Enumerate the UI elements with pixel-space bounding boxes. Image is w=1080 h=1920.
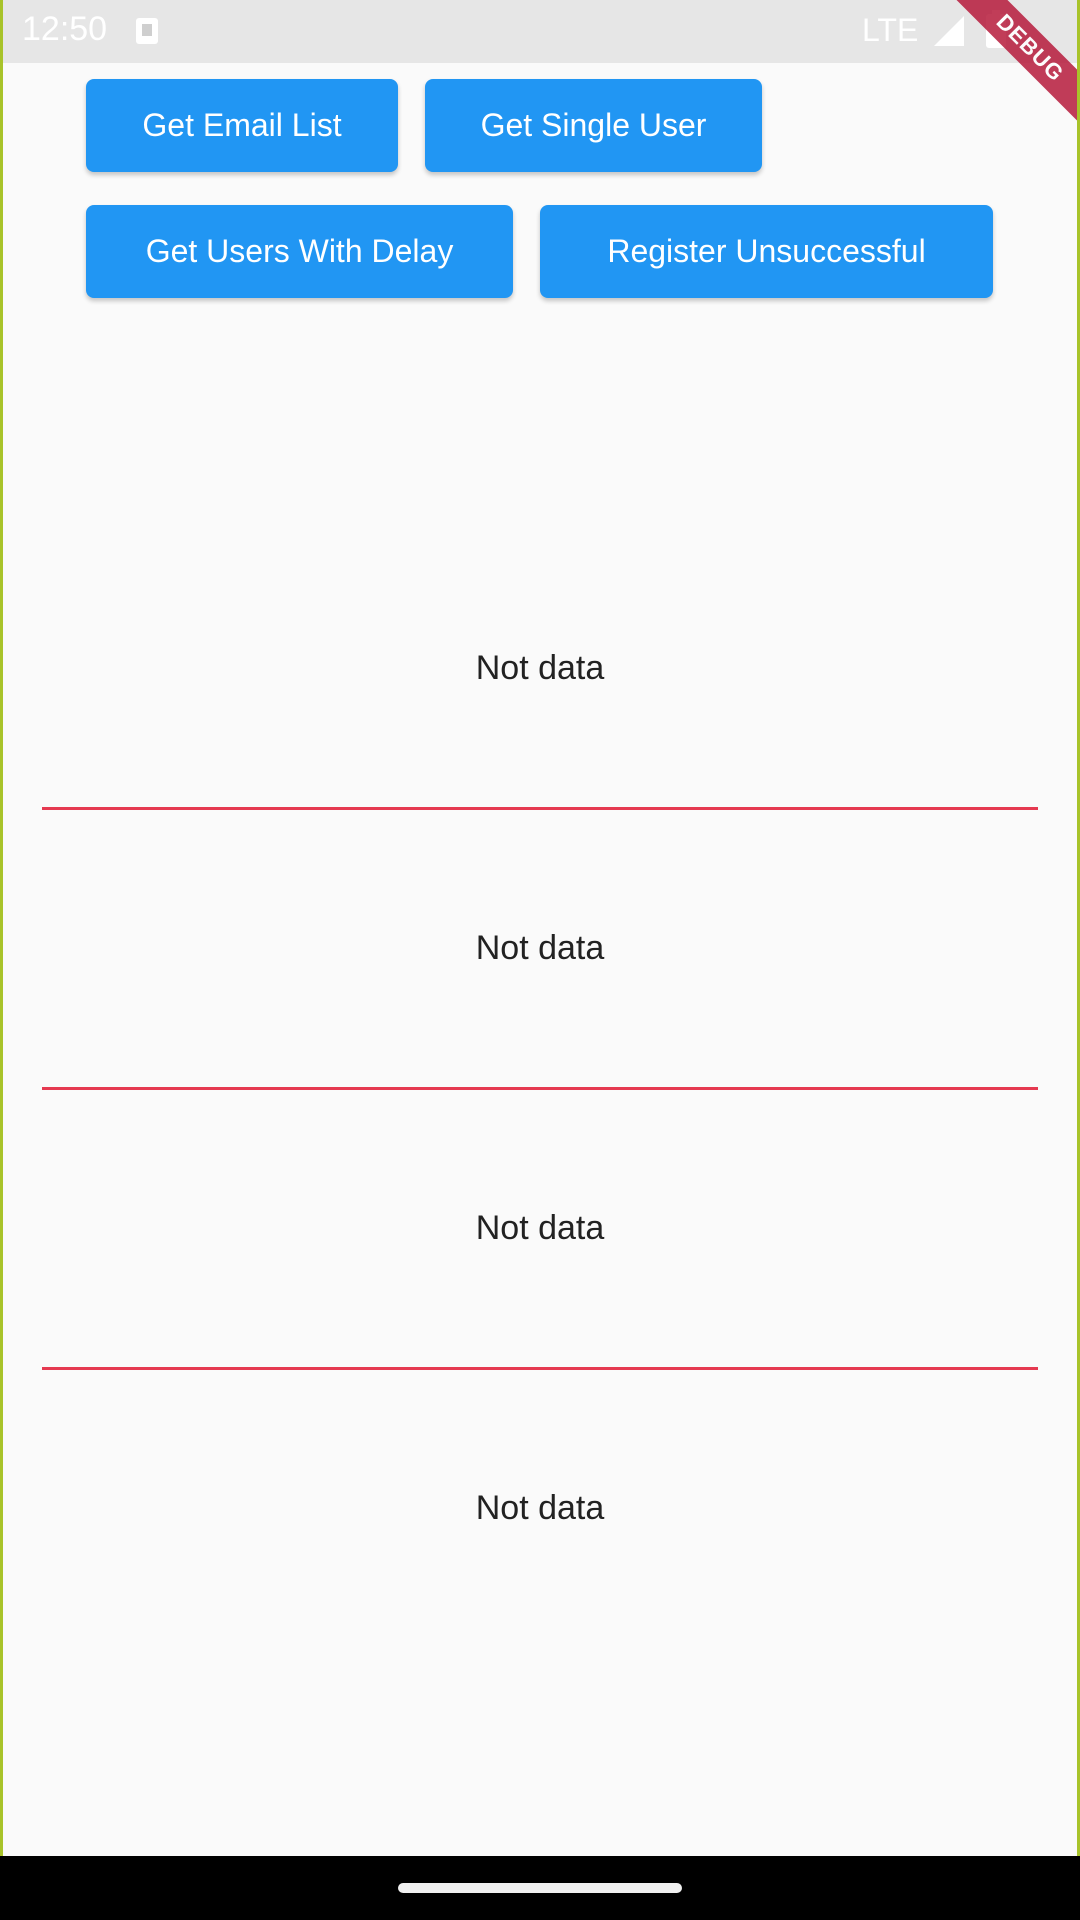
status-bar: 12:50 LTE — [0, 0, 1080, 63]
device-frame-left — [0, 0, 3, 1856]
network-type: LTE — [862, 12, 919, 48]
list-item: Not data — [42, 810, 1038, 1087]
home-indicator[interactable] — [398, 1883, 682, 1893]
notification-icon — [136, 18, 158, 44]
list-item: Not data — [42, 1370, 1038, 1647]
app-screen: 12:50 LTE DEBUG Get Email List Get Singl… — [0, 0, 1080, 1920]
signal-icon — [934, 16, 964, 46]
navigation-bar — [0, 1856, 1080, 1920]
list-item-text: Not data — [475, 1489, 605, 1527]
status-time: 12:50 — [22, 10, 108, 48]
get-email-list-button[interactable]: Get Email List — [86, 79, 398, 172]
register-unsuccessful-button[interactable]: Register Unsuccessful — [540, 205, 993, 298]
list-item: Not data — [42, 1090, 1038, 1367]
get-single-user-button[interactable]: Get Single User — [425, 79, 762, 172]
list-item-text: Not data — [475, 1209, 605, 1247]
get-users-with-delay-button[interactable]: Get Users With Delay — [86, 205, 513, 298]
list-item-text: Not data — [475, 649, 605, 687]
list-item-text: Not data — [475, 929, 605, 967]
result-list: Not data Not data Not data Not data — [42, 530, 1038, 1647]
list-item: Not data — [42, 530, 1038, 807]
